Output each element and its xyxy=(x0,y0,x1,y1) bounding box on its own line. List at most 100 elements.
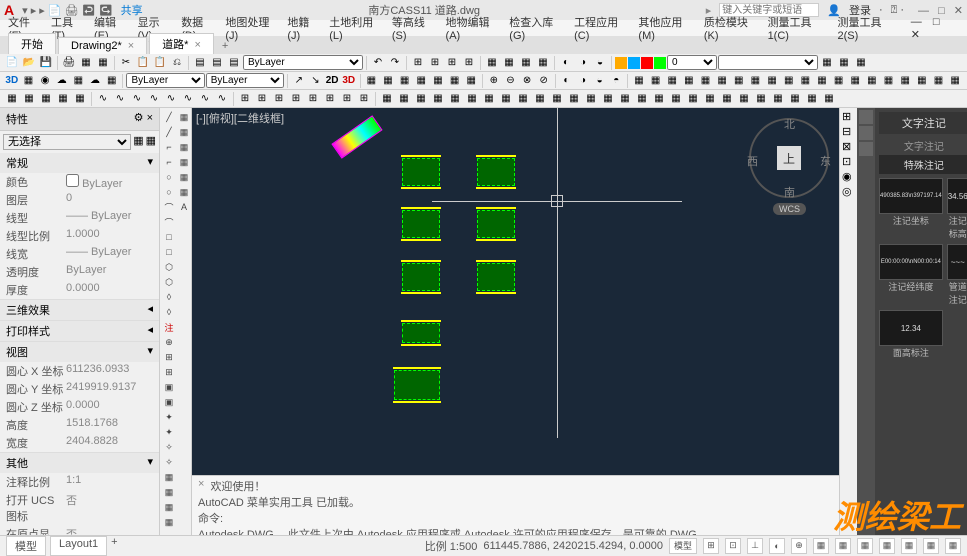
tool-icon[interactable]: ▦ xyxy=(819,55,835,71)
open-icon[interactable]: 📂 xyxy=(21,55,37,71)
tool-icon[interactable]: ▦ xyxy=(78,55,94,71)
tool-icon[interactable]: ▦ xyxy=(600,91,616,107)
tool-icon[interactable]: ▦ xyxy=(931,73,947,89)
section-other[interactable]: 其他▾ xyxy=(0,453,159,473)
tool-icon[interactable]: ∿ xyxy=(112,91,128,107)
tool-icon[interactable]: ▦ xyxy=(95,55,111,71)
panel-menu-icon[interactable]: ⚙ × xyxy=(134,111,153,127)
tool-icon[interactable]: ⊞ xyxy=(162,350,176,364)
lineweight-select[interactable] xyxy=(718,55,818,70)
tool-icon[interactable]: ↘ xyxy=(308,73,324,89)
tool-icon[interactable]: ▦ xyxy=(634,91,650,107)
tool-icon[interactable]: ◉ xyxy=(37,73,53,89)
model-button[interactable]: 模型 xyxy=(669,538,697,554)
tab-close-icon[interactable]: × xyxy=(128,40,134,52)
tool-icon[interactable]: ⊞ xyxy=(162,365,176,379)
nav-icon[interactable]: ⊟ xyxy=(842,125,855,138)
tab-home[interactable]: 开始 xyxy=(8,33,56,54)
tool-icon[interactable]: ▦ xyxy=(177,155,191,169)
model-tab[interactable]: 模型 xyxy=(6,536,46,556)
tool-icon[interactable]: ▦ xyxy=(380,73,396,89)
close2-icon[interactable]: ✕ xyxy=(907,29,924,41)
tool-icon[interactable]: ▦ xyxy=(914,73,930,89)
color-icon[interactable] xyxy=(641,57,653,69)
line-icon[interactable]: ╱ xyxy=(162,110,176,124)
tool-icon[interactable]: ▣ xyxy=(162,395,176,409)
tool-icon[interactable]: ▦ xyxy=(463,73,479,89)
layer-select[interactable]: ByLayer xyxy=(243,55,363,70)
tool-icon[interactable]: ▦ xyxy=(698,73,714,89)
color-icon[interactable] xyxy=(615,57,627,69)
tool-icon[interactable]: ▣ xyxy=(162,380,176,394)
tool-icon[interactable]: ▦ xyxy=(897,73,913,89)
tool-icon[interactable]: ⬡ xyxy=(162,260,176,274)
tool-icon[interactable]: ⬡ xyxy=(162,275,176,289)
linetype-select[interactable]: 0 xyxy=(667,55,717,70)
tool-icon[interactable]: ∿ xyxy=(214,91,230,107)
tool-icon[interactable]: ▦ xyxy=(177,170,191,184)
save-icon[interactable]: 💾 xyxy=(38,55,54,71)
tool-icon[interactable]: ▦ xyxy=(518,55,534,71)
tool-icon[interactable]: ▦ xyxy=(162,500,176,514)
tool-icon[interactable]: ▦ xyxy=(549,91,565,107)
nav-icon[interactable]: ⊞ xyxy=(842,110,855,123)
layer-dropdown[interactable]: ByLayer xyxy=(126,73,204,88)
panel-tab[interactable]: 特殊注记 xyxy=(879,155,967,174)
drawing-canvas[interactable]: [-][俯视][二维线框] 上 北 南 xyxy=(192,108,839,535)
tool-icon[interactable]: ◒ xyxy=(592,73,608,89)
tool-icon[interactable]: ▦ xyxy=(836,55,852,71)
tool-icon[interactable]: ▦ xyxy=(681,73,697,89)
tool-icon[interactable]: ▦ xyxy=(847,73,863,89)
tool-icon[interactable]: □ xyxy=(162,245,176,259)
status-icon[interactable]: ▦ xyxy=(879,538,895,554)
tool-icon[interactable]: ▦ xyxy=(583,91,599,107)
tool-icon[interactable]: ▦ xyxy=(831,73,847,89)
tool-icon[interactable]: ↗ xyxy=(291,73,307,89)
minimize2-icon[interactable]: — xyxy=(907,16,926,28)
polyline-icon[interactable]: ⌐ xyxy=(162,140,176,154)
tool-icon[interactable]: ⊞ xyxy=(461,55,477,71)
tool-icon[interactable]: ⊞ xyxy=(356,91,372,107)
view-cube[interactable]: 上 北 南 东 西 WCS xyxy=(749,118,829,198)
nav-icon[interactable]: ⊡ xyxy=(842,155,855,168)
section-print[interactable]: 打印样式◂ xyxy=(0,321,159,341)
menu-item[interactable]: 其他应用(M) xyxy=(634,14,697,42)
palette-icon[interactable] xyxy=(859,126,873,140)
tool-icon[interactable]: ⊕ xyxy=(486,73,502,89)
rect-icon[interactable]: □ xyxy=(162,230,176,244)
tool-icon[interactable]: ▦ xyxy=(177,110,191,124)
tool-icon[interactable]: ▦ xyxy=(719,91,735,107)
tool-icon[interactable]: ⌐ xyxy=(162,155,176,169)
status-icon[interactable]: ▦ xyxy=(835,538,851,554)
menu-item[interactable]: 检查入库(G) xyxy=(505,14,568,42)
new-icon[interactable]: 📄 xyxy=(4,55,20,71)
scale-label[interactable]: 比例 1:500 xyxy=(425,538,478,554)
tool-icon[interactable]: ▦ xyxy=(714,73,730,89)
color-icon[interactable] xyxy=(628,57,640,69)
tool-icon[interactable]: ▦ xyxy=(177,125,191,139)
swatch-pipe[interactable]: ~~~ xyxy=(947,244,967,280)
tool-icon[interactable]: ▦ xyxy=(162,485,176,499)
status-icon[interactable]: ▦ xyxy=(813,538,829,554)
redo-icon[interactable]: ↷ xyxy=(387,55,403,71)
tool-icon[interactable]: ◓ xyxy=(608,73,624,89)
undo-icon[interactable]: ↶ xyxy=(370,55,386,71)
tool-icon[interactable]: ▤ xyxy=(226,55,242,71)
tool-icon[interactable]: ▦ xyxy=(447,73,463,89)
tool-icon[interactable]: ▦ xyxy=(947,73,963,89)
status-icon[interactable]: ▦ xyxy=(857,538,873,554)
tool-icon[interactable]: ▦ xyxy=(379,91,395,107)
tool-icon[interactable]: ▦ xyxy=(55,91,71,107)
tool-icon[interactable]: ⊞ xyxy=(305,91,321,107)
tool-icon[interactable]: ▦ xyxy=(21,73,37,89)
tool-icon[interactable]: ▦ xyxy=(104,73,120,89)
tool-icon[interactable]: ▦ xyxy=(72,91,88,107)
tool-icon[interactable]: ⊞ xyxy=(271,91,287,107)
nav-icon[interactable]: ◉ xyxy=(842,170,855,183)
osnap-icon[interactable]: ⊕ xyxy=(791,538,807,554)
tool-icon[interactable]: ∿ xyxy=(95,91,111,107)
menu-item[interactable]: 土地利用(L) xyxy=(325,14,386,42)
viewport-label[interactable]: [-][俯视][二维线框] xyxy=(196,110,284,126)
maximize2-icon[interactable]: □ xyxy=(929,16,944,28)
nav-icon[interactable]: ◎ xyxy=(842,185,855,198)
